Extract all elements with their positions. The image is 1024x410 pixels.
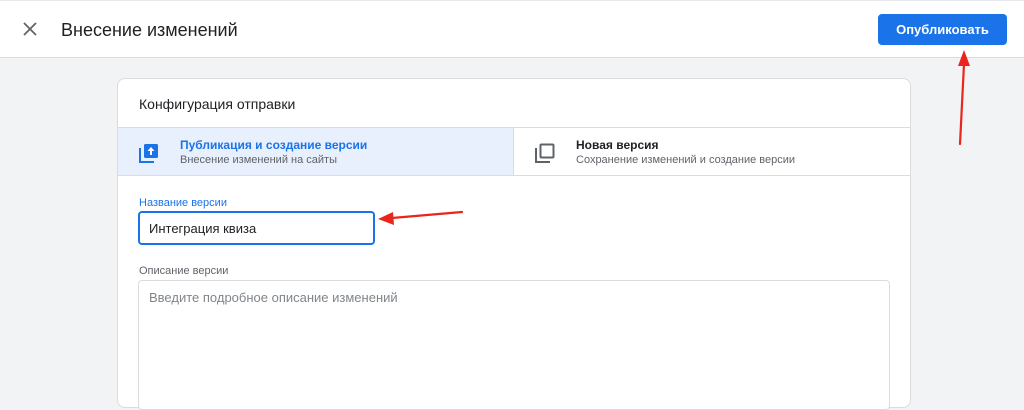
publish-button[interactable]: Опубликовать <box>878 14 1007 45</box>
publish-upload-icon <box>139 144 158 163</box>
page-title: Внесение изменений <box>61 20 238 40</box>
close-button[interactable] <box>16 15 44 43</box>
version-name-label: Название версии <box>139 197 227 209</box>
version-name-input[interactable] <box>138 211 375 245</box>
tab-new-version[interactable]: Новая версия Сохранение изменений и созд… <box>514 128 910 175</box>
copy-version-icon <box>535 143 555 163</box>
tab-title: Новая версия <box>576 138 659 152</box>
version-description-input[interactable] <box>138 280 890 410</box>
tab-subtitle: Внесение изменений на сайты <box>180 154 337 166</box>
tab-subtitle: Сохранение изменений и создание версии <box>576 154 796 166</box>
top-bar: Внесение изменений Опубликовать <box>0 0 1024 58</box>
submission-type-tabs: Публикация и создание версии Внесение из… <box>118 127 910 176</box>
card-title: Конфигурация отправки <box>139 96 296 112</box>
submission-config-card: Конфигурация отправки Публикация и созда… <box>117 78 911 410</box>
version-description-label: Описание версии <box>139 265 229 277</box>
tab-title: Публикация и создание версии <box>180 138 368 152</box>
tab-publish-and-create-version[interactable]: Публикация и создание версии Внесение из… <box>118 128 514 175</box>
close-icon <box>23 22 37 36</box>
annotation-arrow-publish <box>958 50 970 146</box>
